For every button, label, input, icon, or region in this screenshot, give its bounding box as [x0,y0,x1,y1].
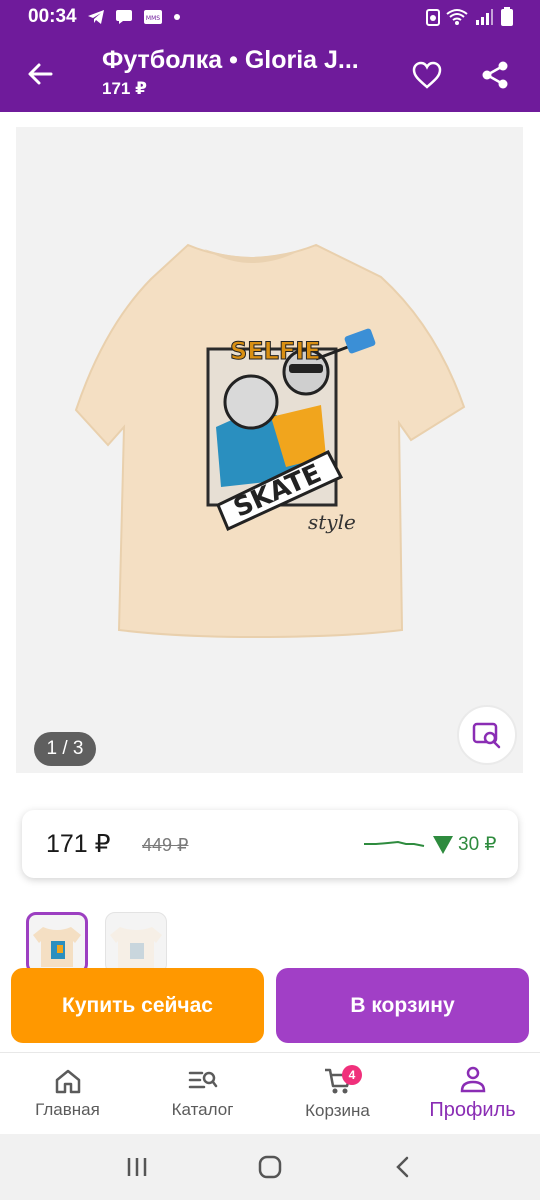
back-button[interactable] [20,54,60,94]
status-time: 00:34 [28,6,77,27]
recent-apps-icon [127,1158,146,1176]
telegram-icon [87,9,105,25]
price-history-sparkline [364,840,425,847]
mms-icon: MMS [143,9,163,25]
system-back-button[interactable] [373,1147,433,1187]
back-arrow-icon [28,63,53,85]
svg-text:MMS: MMS [146,15,160,22]
buy-now-button[interactable]: Купить сейчас [11,968,264,1043]
price-card[interactable]: 171 ₽ 449 ₽ 30 ₽ [22,810,518,878]
price-drop-value: 30 ₽ [458,834,497,855]
header-titles: Футболка • Gloria J... 171 ₽ [102,46,392,99]
old-price: 449 ₽ [142,835,189,855]
nav-item-profile[interactable]: Профиль [405,1053,540,1134]
header-price: 171 ₽ [102,79,147,98]
thumbnail-2[interactable] [105,912,167,974]
saver-icon [426,8,440,26]
image-counter: 1 / 3 [34,732,96,766]
signal-icon [474,8,494,26]
wifi-icon [446,8,468,26]
current-price: 171 ₽ [46,830,111,858]
zoom-button[interactable] [457,705,517,765]
product-image: SKATE SELFIE style [74,243,466,639]
favorite-button[interactable] [406,54,448,96]
system-navigation [0,1134,540,1200]
profile-icon [460,1066,485,1093]
nav-item-home[interactable]: Главная [0,1053,135,1134]
status-bar: 00:34 MMS [0,0,540,34]
page-title: Футболка • Gloria J... [102,46,359,74]
share-icon [482,61,508,89]
print-selfie-text: SELFIE [230,337,321,365]
nav-item-catalog[interactable]: Каталог [135,1053,270,1134]
product-gallery[interactable]: SKATE SELFIE style [16,127,523,773]
nav-label: Главная [35,1099,100,1119]
add-to-cart-button[interactable]: В корзину [276,968,529,1043]
print-style-text: style [308,510,356,534]
thumbnail-image [110,927,162,971]
home-circle-icon [258,1155,282,1179]
dot-icon [173,13,181,21]
bottom-navigation: Главная Каталог 4 Корзина Профиль [0,1052,540,1134]
battery-icon [500,7,514,27]
home-icon [55,1069,80,1093]
share-button[interactable] [474,54,516,96]
nav-label: Корзина [305,1100,370,1120]
nav-label: Профиль [429,1099,516,1121]
price-drop: 30 ₽ [432,833,497,856]
chevron-left-icon [396,1156,409,1178]
thumbnail-image [33,927,81,967]
thumbnail-1[interactable] [26,912,88,974]
nav-label: Каталог [171,1099,234,1119]
down-triangle-icon [433,835,453,854]
heart-icon [412,61,442,89]
cart-badge: 4 [342,1065,362,1085]
image-search-icon [472,722,501,749]
app-bar: Футболка • Gloria J... 171 ₽ [0,34,540,112]
message-icon [115,9,133,25]
catalog-search-icon [188,1071,217,1088]
nav-item-cart[interactable]: 4 Корзина [270,1053,405,1134]
home-button[interactable] [240,1147,300,1187]
recent-apps-button[interactable] [107,1147,167,1187]
